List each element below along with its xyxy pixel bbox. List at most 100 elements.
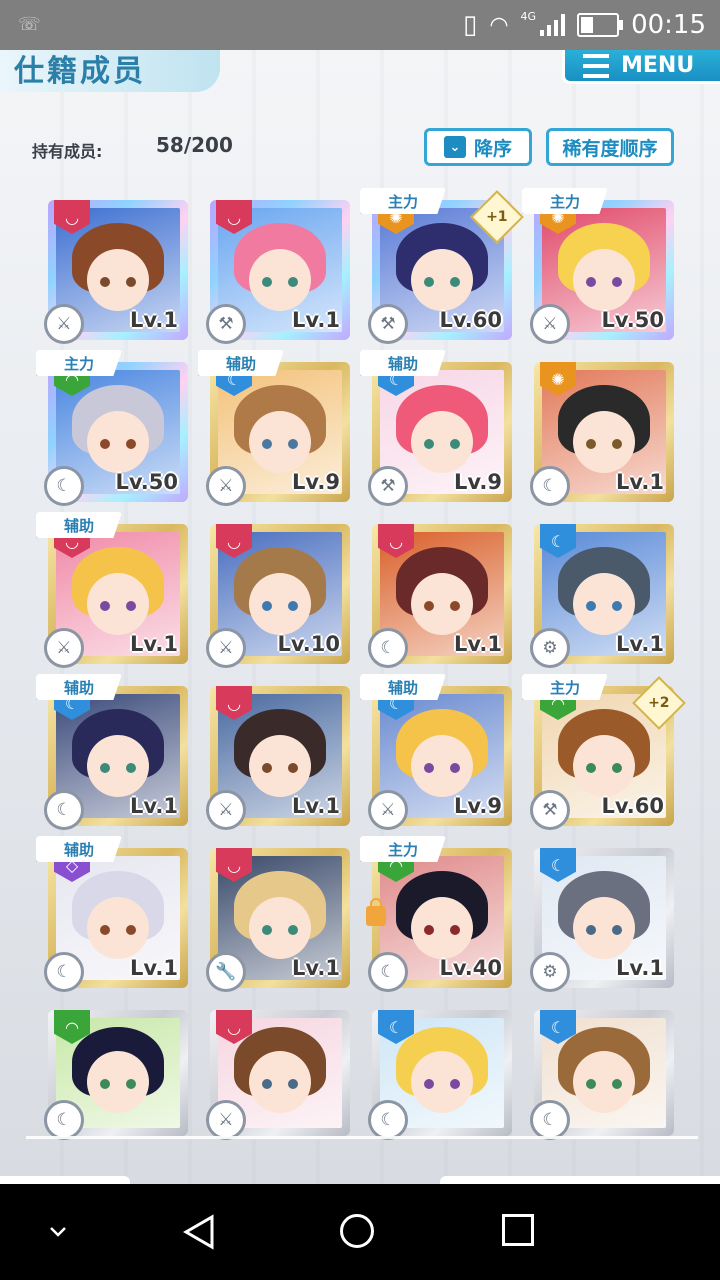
member-card[interactable]: ☾ 辅助 ☾ Lv.1 xyxy=(36,674,188,830)
role-tag: 辅助 xyxy=(36,512,122,538)
member-card[interactable]: ☾ ⚙ Lv.1 xyxy=(530,524,674,668)
level-label: Lv.1 xyxy=(130,308,178,332)
character-eyes xyxy=(260,439,300,450)
role-tag: 主力 xyxy=(360,188,446,214)
member-card[interactable]: ◡ ⚔ Lv.10 xyxy=(206,524,350,668)
level-label: Lv.1 xyxy=(292,956,340,980)
level-label: Lv.1 xyxy=(616,956,664,980)
level-label: Lv.60 xyxy=(439,308,502,332)
member-card[interactable]: ◡ 🔧 Lv.1 xyxy=(206,848,350,992)
scythe-icon: ☾ xyxy=(44,790,84,830)
character-eyes xyxy=(584,925,624,936)
back-icon[interactable] xyxy=(182,1214,216,1250)
page-title-bar: 仕籍成员 xyxy=(0,50,220,92)
character-eyes xyxy=(422,925,462,936)
member-card[interactable]: ☾ 辅助 ⚔ Lv.9 xyxy=(198,350,350,506)
member-card[interactable]: ◠ 主力 ☾ Lv.40 xyxy=(360,836,512,992)
battery-icon xyxy=(577,13,624,37)
sword-icon: ⚔ xyxy=(530,304,570,344)
character-eyes xyxy=(584,1079,624,1089)
character-eyes xyxy=(260,277,300,288)
scythe-icon: ☾ xyxy=(368,1100,408,1140)
home-icon[interactable] xyxy=(340,1214,374,1248)
level-label: Lv.50 xyxy=(115,470,178,494)
role-tag: 辅助 xyxy=(36,836,122,862)
level-label: Lv.10 xyxy=(277,632,340,656)
member-card[interactable]: ☾ ☾ xyxy=(530,1010,674,1140)
member-card[interactable]: ☾ ⚙ Lv.1 xyxy=(530,848,674,992)
bottom-left-panel-edge xyxy=(0,1176,130,1184)
character-eyes xyxy=(260,925,300,936)
sword-icon: ⚔ xyxy=(206,466,246,506)
level-label: Lv.1 xyxy=(616,470,664,494)
level-label: Lv.9 xyxy=(292,470,340,494)
hammer-icon: ⚒ xyxy=(530,790,570,830)
scythe-icon: ☾ xyxy=(530,466,570,506)
system-nav-bar xyxy=(0,1184,720,1280)
sword-icon: ⚔ xyxy=(206,1100,246,1140)
page-title: 仕籍成员 xyxy=(14,54,146,89)
character-eyes xyxy=(98,439,138,450)
member-card[interactable]: ◠ 主力 +2 ⚒ Lv.60 xyxy=(522,674,686,830)
member-card[interactable]: ◡ 辅助 ⚔ Lv.1 xyxy=(36,512,188,668)
level-label: Lv.60 xyxy=(601,794,664,818)
character-eyes xyxy=(584,601,624,612)
member-count-value: 58/200 xyxy=(156,133,233,157)
character-eyes xyxy=(422,601,462,612)
character-eyes xyxy=(422,277,462,288)
member-card[interactable]: ◡ ☾ Lv.1 xyxy=(368,524,512,668)
sort-by-label: 稀有度顺序 xyxy=(562,137,658,160)
role-tag: 主力 xyxy=(360,836,446,862)
level-label: Lv.1 xyxy=(292,794,340,818)
hammer-icon: ⚒ xyxy=(368,304,408,344)
hide-nav-icon[interactable] xyxy=(48,1222,68,1242)
character-eyes xyxy=(584,763,624,774)
bottom-right-panel-edge xyxy=(440,1176,720,1184)
member-card[interactable]: ☾ 辅助 ⚒ Lv.9 xyxy=(360,350,512,506)
scythe-icon: ☾ xyxy=(368,628,408,668)
vibrate-icon: ▯ xyxy=(463,10,478,40)
sort-order-button[interactable]: ⌄ 降序 xyxy=(424,128,532,166)
sword-icon: ⚔ xyxy=(44,628,84,668)
character-eyes xyxy=(98,1079,138,1089)
member-card[interactable]: ✺ ☾ Lv.1 xyxy=(530,362,674,506)
member-card[interactable]: ☾ ☾ xyxy=(368,1010,512,1140)
level-label: Lv.9 xyxy=(454,470,502,494)
role-tag: 主力 xyxy=(36,350,122,376)
member-card[interactable]: ◇ 辅助 ☾ Lv.1 xyxy=(36,836,188,992)
role-tag: 辅助 xyxy=(36,674,122,700)
level-label: Lv.40 xyxy=(439,956,502,980)
member-card[interactable]: ☾ 辅助 ⚔ Lv.9 xyxy=(360,674,512,830)
level-label: Lv.1 xyxy=(454,632,502,656)
gear-icon: ⚙ xyxy=(530,628,570,668)
member-card[interactable]: ✺ 主力 ⚔ Lv.50 xyxy=(522,188,674,344)
role-tag: 辅助 xyxy=(360,350,446,376)
member-card[interactable]: ◠ 主力 ☾ Lv.50 xyxy=(36,350,188,506)
recent-apps-icon[interactable] xyxy=(502,1214,534,1246)
member-card[interactable]: ◡ ⚔ Lv.1 xyxy=(206,686,350,830)
network-type: 4G xyxy=(520,10,537,23)
character-eyes xyxy=(422,763,462,774)
level-label: Lv.9 xyxy=(454,794,502,818)
sort-by-button[interactable]: 稀有度顺序 xyxy=(546,128,674,166)
member-card[interactable]: ◡ ⚔ xyxy=(206,1010,350,1140)
character-eyes xyxy=(422,439,462,450)
character-eyes xyxy=(98,763,138,774)
member-card[interactable]: ✺ 主力 +1 ⚒ Lv.60 xyxy=(360,188,524,344)
role-tag: 辅助 xyxy=(360,674,446,700)
character-eyes xyxy=(584,439,624,450)
lock-icon xyxy=(366,898,386,926)
sword-icon: ⚔ xyxy=(206,790,246,830)
level-label: Lv.1 xyxy=(292,308,340,332)
scythe-icon: ☾ xyxy=(368,952,408,992)
menu-button[interactable]: MENU xyxy=(562,50,720,84)
member-card[interactable]: ◡ ⚒ Lv.1 xyxy=(206,200,350,344)
character-eyes xyxy=(422,1079,462,1089)
member-card[interactable]: ◠ ☾ xyxy=(44,1010,188,1140)
level-label: Lv.50 xyxy=(601,308,664,332)
member-count-label: 持有成员: xyxy=(32,142,103,161)
member-card[interactable]: ◡ ⚔ Lv.1 xyxy=(44,200,188,344)
level-label: Lv.1 xyxy=(130,794,178,818)
level-label: Lv.1 xyxy=(130,632,178,656)
menu-label: MENU xyxy=(621,53,695,78)
